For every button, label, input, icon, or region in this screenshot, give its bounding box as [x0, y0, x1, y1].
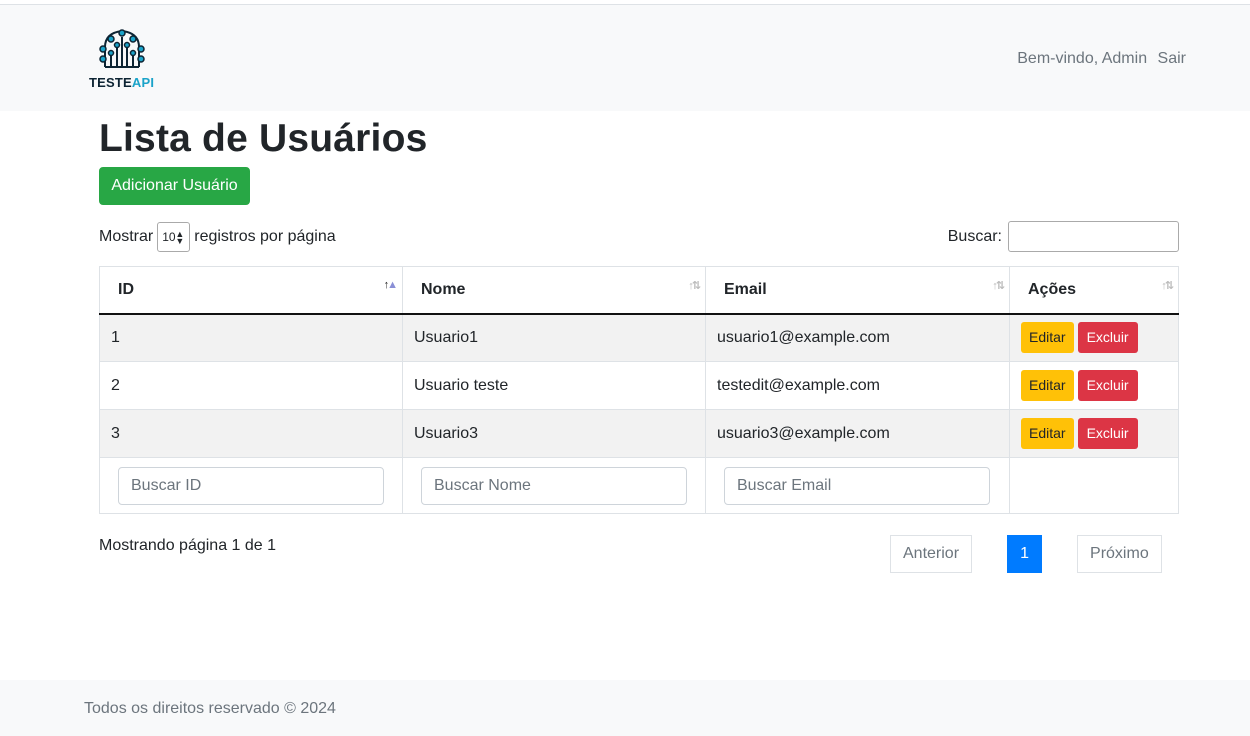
column-header-acoes[interactable]: Ações ↑⇅ — [1009, 266, 1179, 315]
cell-email: testedit@example.com — [705, 361, 1010, 410]
add-user-button[interactable]: Adicionar Usuário — [99, 167, 250, 205]
welcome-text: Bem-vindo, Admin — [1017, 50, 1148, 67]
circuit-brain-icon — [99, 29, 145, 68]
footer-copyright: Todos os direitos reservado © 2024 — [84, 700, 336, 717]
cell-nome: Usuario3 — [402, 409, 706, 458]
page-length-value: 10 — [162, 230, 176, 244]
filter-cell-id — [99, 457, 403, 514]
footer: Todos os direitos reservado © 2024 — [0, 680, 1250, 736]
next-page-button[interactable]: Próximo — [1077, 535, 1162, 573]
page-length-select[interactable]: 10 ▲ ▼ — [157, 222, 191, 252]
length-suffix: registros por página — [194, 228, 336, 245]
filter-cell-nome — [402, 457, 706, 514]
edit-button[interactable]: Editar — [1021, 418, 1074, 449]
table-header-row: ID ↑▲ Nome ↑⇅ Email ↑⇅ Ações ↑⇅ — [99, 266, 1179, 315]
cell-nome: Usuario teste — [402, 361, 706, 410]
logo-text: TESTEAPI — [89, 75, 155, 90]
filter-cell-empty — [1009, 457, 1179, 514]
cell-id: 2 — [99, 361, 403, 410]
table-info: Mostrando página 1 de 1 — [99, 537, 277, 554]
global-search: Buscar: — [948, 221, 1179, 252]
column-header-id[interactable]: ID ↑▲ — [99, 266, 403, 315]
delete-button[interactable]: Excluir — [1077, 322, 1138, 354]
pagination: Anterior 1 Próximo — [890, 535, 1162, 573]
sort-asc-icon: ↑▲ — [383, 279, 398, 291]
cell-nome: Usuario1 — [402, 313, 706, 362]
edit-button[interactable]: Editar — [1021, 370, 1074, 401]
table-row: 2 Usuario teste testedit@example.com Edi… — [99, 361, 1179, 410]
cell-actions: Editar Excluir — [1009, 313, 1179, 362]
search-input[interactable] — [1008, 221, 1179, 252]
length-prefix: Mostrar — [99, 228, 154, 245]
column-header-nome[interactable]: Nome ↑⇅ — [402, 266, 706, 315]
delete-button[interactable]: Excluir — [1077, 418, 1138, 449]
cell-id: 3 — [99, 409, 403, 458]
users-table: ID ↑▲ Nome ↑⇅ Email ↑⇅ Ações ↑⇅ 1 Usuari… — [99, 266, 1179, 514]
cell-email: usuario3@example.com — [705, 409, 1010, 458]
delete-button[interactable]: Excluir — [1077, 370, 1138, 401]
cell-id: 1 — [99, 313, 403, 362]
filter-id-input[interactable] — [118, 466, 384, 505]
navbar: TESTEAPI Bem-vindo, Admin Sair — [0, 5, 1250, 111]
page-length-control: Mostrar 10 ▲ ▼ registros por página — [99, 222, 336, 252]
user-area: Bem-vindo, Admin Sair — [1013, 50, 1186, 68]
logo[interactable]: TESTEAPI — [89, 27, 161, 95]
page-title: Lista de Usuários — [99, 117, 428, 160]
edit-button[interactable]: Editar — [1021, 322, 1074, 354]
page-1-button[interactable]: 1 — [1007, 535, 1043, 573]
logout-link[interactable]: Sair — [1158, 50, 1186, 67]
search-label: Buscar: — [947, 227, 1002, 245]
filter-email-input[interactable] — [724, 466, 990, 505]
sort-icon: ↑⇅ — [1161, 280, 1174, 292]
cell-actions: Editar Excluir — [1009, 409, 1179, 458]
sort-icon: ↑⇅ — [992, 280, 1005, 292]
previous-page-button[interactable]: Anterior — [890, 535, 973, 573]
cell-actions: Editar Excluir — [1009, 361, 1179, 410]
filter-nome-input[interactable] — [421, 466, 687, 505]
filter-cell-email — [705, 457, 1010, 514]
sort-icon: ↑⇅ — [688, 280, 701, 292]
select-arrows-icon: ▲ ▼ — [175, 229, 185, 246]
filter-row — [99, 457, 1179, 514]
table-row: 3 Usuario3 usuario3@example.com Editar Ex… — [99, 409, 1179, 458]
table-row: 1 Usuario1 usuario1@example.com Editar Ex… — [99, 313, 1179, 362]
cell-email: usuario1@example.com — [705, 313, 1010, 362]
column-header-email[interactable]: Email ↑⇅ — [705, 266, 1010, 315]
